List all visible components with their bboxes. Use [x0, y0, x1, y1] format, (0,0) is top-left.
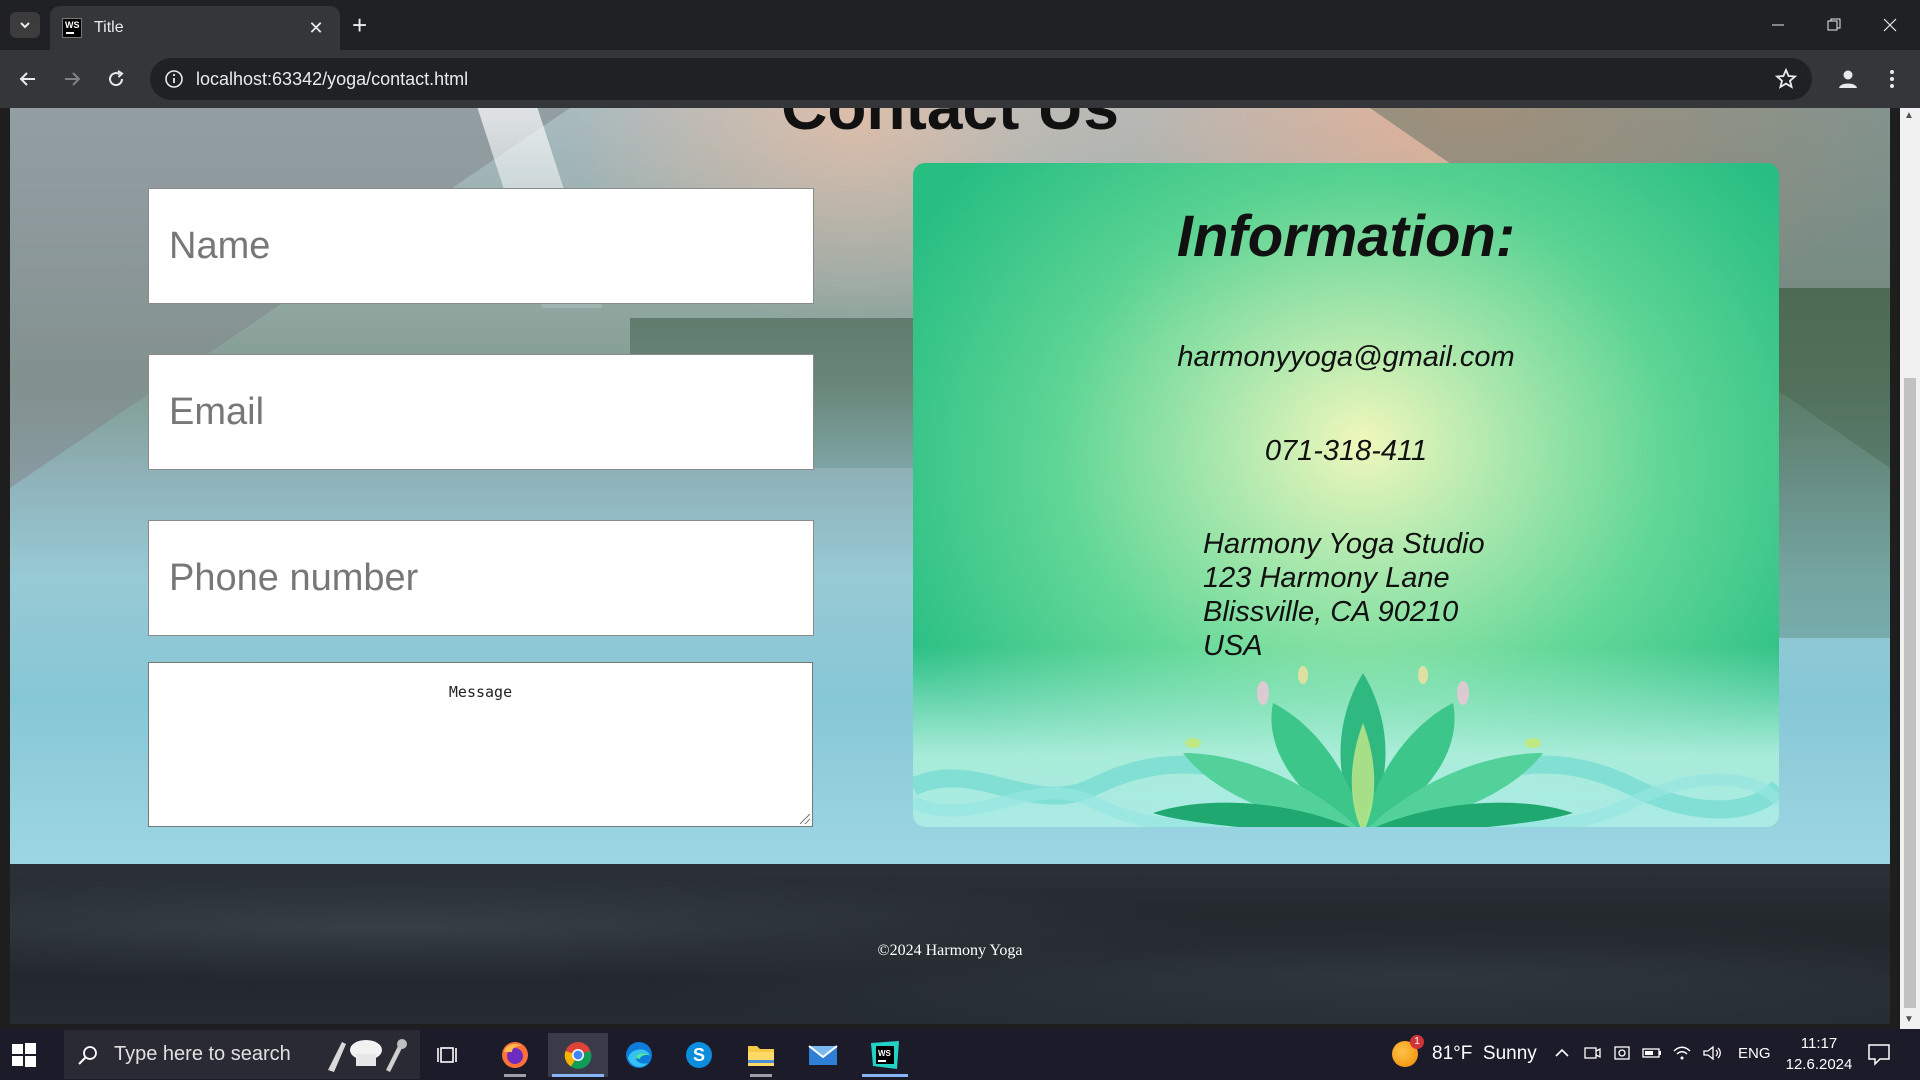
window-minimize-button[interactable]: [1750, 8, 1806, 42]
search-icon: [78, 1045, 97, 1065]
message-field[interactable]: [148, 662, 813, 827]
new-tab-button[interactable]: +: [352, 12, 367, 38]
volume-icon[interactable]: [1702, 1043, 1722, 1063]
taskbar-firefox[interactable]: [488, 1033, 542, 1077]
weather-widget[interactable]: 1 81°F Sunny: [1392, 1035, 1537, 1067]
scrollbar-thumb[interactable]: [1904, 378, 1916, 1008]
edge-icon: [626, 1042, 652, 1068]
message-textarea[interactable]: [149, 663, 812, 826]
forward-button[interactable]: [56, 63, 88, 95]
page-heading: Contact Us: [10, 108, 1890, 144]
hero-section-background: Contact Us: [10, 108, 1890, 864]
browser-toolbar: localhost:63342/yoga/contact.html: [0, 50, 1920, 108]
taskbar-search-box[interactable]: Type here to search: [64, 1030, 420, 1079]
mail-icon: [808, 1045, 838, 1065]
address-line: USA: [1203, 630, 1263, 662]
task-view-icon: [437, 1047, 457, 1063]
url-text: localhost:63342/yoga/contact.html: [196, 69, 469, 89]
more-vertical-icon: [1890, 70, 1894, 88]
footer-copyright: ©2024 Harmony Yoga: [877, 942, 1023, 959]
wifi-icon[interactable]: [1672, 1043, 1692, 1063]
minimize-icon: [1772, 24, 1784, 26]
vertical-scrollbar[interactable]: ▲ ▼: [1900, 108, 1920, 1029]
show-hidden-icons-chevron-icon[interactable]: [1552, 1043, 1572, 1063]
restore-icon: [1827, 18, 1841, 31]
phone-input[interactable]: [149, 521, 813, 635]
page-footer: ©2024 Harmony Yoga: [10, 864, 1890, 1024]
person-icon: [1839, 70, 1857, 88]
reload-button[interactable]: [100, 63, 132, 95]
arrow-right-icon: [65, 72, 81, 86]
reload-icon: [109, 70, 124, 87]
phone-field[interactable]: [148, 520, 814, 636]
webstorm-icon: WS: [871, 1041, 899, 1069]
back-button[interactable]: [12, 63, 44, 95]
tab-close-icon[interactable]: ✕: [304, 18, 328, 39]
weather-text: 81°F Sunny: [1432, 1043, 1537, 1064]
notification-badge: 1: [1410, 1035, 1424, 1049]
lotus-flower-icon: [1153, 666, 1573, 827]
taskbar-clock[interactable]: 11:17 12.6.2024: [1782, 1033, 1856, 1075]
window-restore-button[interactable]: [1806, 8, 1862, 42]
sun-icon: 1: [1392, 1035, 1424, 1067]
tab-title: Title: [94, 19, 124, 36]
scroll-up-arrow-icon[interactable]: ▲: [1904, 110, 1914, 121]
clock-time: 11:17: [1800, 1035, 1838, 1052]
information-title: Information:: [1176, 204, 1516, 269]
folder-icon: [748, 1046, 774, 1066]
email-input[interactable]: [149, 355, 813, 469]
taskbar-webstorm[interactable]: WS: [858, 1033, 912, 1077]
skype-icon: S: [686, 1042, 712, 1068]
taskbar-edge[interactable]: [612, 1033, 666, 1077]
address-bar[interactable]: localhost:63342/yoga/contact.html: [150, 58, 1812, 100]
taskbar-mail[interactable]: [796, 1033, 850, 1077]
firefox-icon: [502, 1042, 528, 1068]
svg-text:WS: WS: [878, 1049, 892, 1058]
meet-now-icon[interactable]: [1582, 1043, 1602, 1063]
arrow-left-icon: [19, 72, 35, 86]
contact-page: Contact Us: [10, 108, 1890, 1029]
browser-tab-strip: WS Title ✕ +: [0, 0, 1920, 50]
browser-menu-button[interactable]: [1876, 63, 1908, 95]
webstorm-favicon-icon: WS: [62, 18, 82, 38]
battery-icon[interactable]: [1642, 1043, 1662, 1063]
svg-text:S: S: [693, 1045, 705, 1065]
chrome-icon: [564, 1042, 592, 1069]
profile-button[interactable]: [1832, 63, 1864, 95]
name-input[interactable]: [149, 189, 813, 303]
name-field[interactable]: [148, 188, 814, 304]
taskbar-file-explorer[interactable]: [734, 1033, 788, 1077]
address-line: 123 Harmony Lane: [1203, 562, 1450, 594]
clock-date: 12.6.2024: [1785, 1056, 1853, 1073]
taskbar-chrome[interactable]: [548, 1033, 608, 1077]
input-language[interactable]: ENG: [1738, 1045, 1771, 1062]
contact-address: Harmony Yoga Studio 123 Harmony Lane Bli…: [1203, 527, 1485, 663]
scroll-down-arrow-icon[interactable]: ▼: [1904, 1014, 1914, 1025]
site-info-icon[interactable]: [162, 67, 186, 91]
chevron-down-icon: [20, 22, 30, 29]
close-icon: [1883, 18, 1897, 32]
page-viewport: Contact Us: [0, 108, 1920, 1029]
browser-tab[interactable]: WS Title ✕: [50, 6, 340, 50]
notification-center-icon[interactable]: [1866, 1041, 1892, 1067]
tab-search-button[interactable]: [10, 12, 40, 38]
chef-hat-utensils-icon: [328, 1039, 407, 1072]
resize-handle-icon[interactable]: [800, 814, 810, 824]
information-card: Information: harmonyyoga@gmail.com 071-3…: [913, 163, 1779, 827]
email-field[interactable]: [148, 354, 814, 470]
windows-start-icon[interactable]: [10, 1041, 38, 1069]
search-placeholder: Type here to search: [114, 1043, 291, 1065]
contact-phone: 071-318-411: [1264, 435, 1428, 467]
security-icon[interactable]: [1612, 1043, 1632, 1063]
taskbar-skype[interactable]: S: [672, 1033, 726, 1077]
bookmark-star-icon[interactable]: [1774, 67, 1798, 91]
task-view-button[interactable]: [422, 1033, 476, 1077]
windows-taskbar: Type here to search S WS 1 81°F Sunny EN…: [0, 1029, 1920, 1080]
address-line: Harmony Yoga Studio: [1203, 528, 1485, 560]
system-tray: [1552, 1043, 1722, 1063]
contact-email: harmonyyoga@gmail.com: [1177, 341, 1515, 373]
address-line: Blissville, CA 90210: [1203, 596, 1459, 628]
window-close-button[interactable]: [1862, 8, 1918, 42]
